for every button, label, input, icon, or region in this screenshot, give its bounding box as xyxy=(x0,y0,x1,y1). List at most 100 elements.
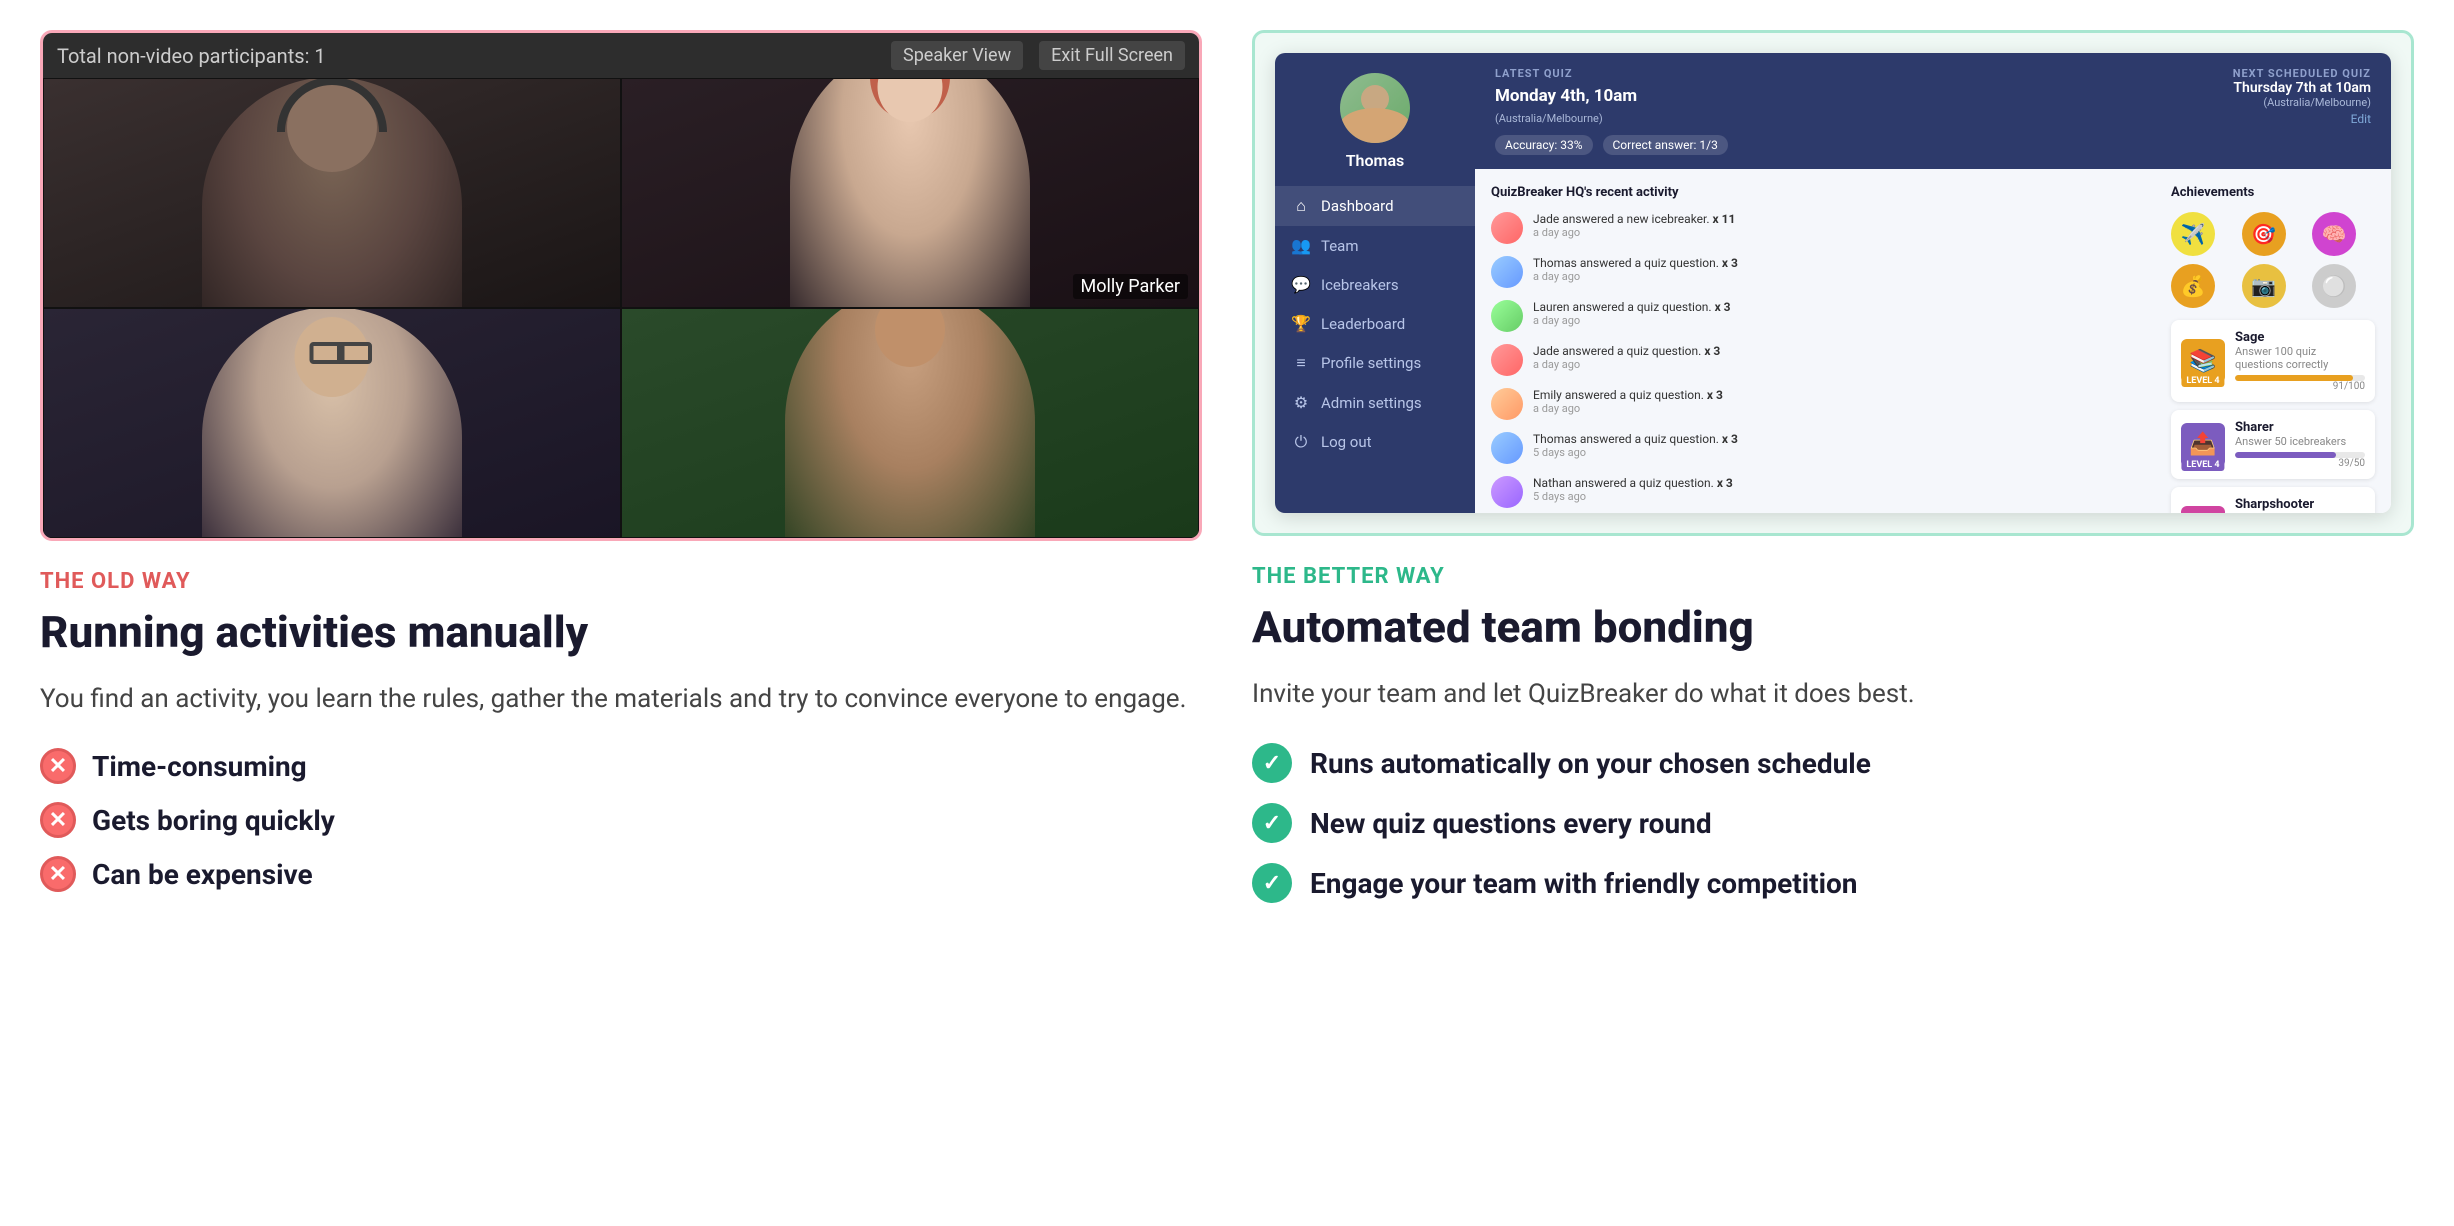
pros-icon-1: ✓ xyxy=(1252,743,1292,783)
accuracy-label: Accuracy: xyxy=(1505,138,1557,152)
activity-time-5: a day ago xyxy=(1533,402,2155,415)
activity-text-3: Lauren answered a quiz question. x 3 xyxy=(1533,300,2155,314)
activity-content-4: Jade answered a quiz question. x 3 a day… xyxy=(1533,344,2155,371)
sage-progress-text: 91/100 xyxy=(2235,381,2365,392)
activity-count-1: x 11 xyxy=(1713,212,1736,226)
video-label-2: Molly Parker xyxy=(1073,274,1188,299)
activity-item-2: Thomas answered a quiz question. x 3 a d… xyxy=(1491,256,2155,288)
sharpshooter-name: Sharpshooter xyxy=(2235,497,2365,512)
nav-logout[interactable]: ⏻ Log out xyxy=(1275,422,1475,462)
achievements-title: Achievements xyxy=(2171,185,2375,200)
sharpshooter-info: Sharpshooter Answer 15 full quizzes perf… xyxy=(2235,497,2365,513)
activity-time-6: 5 days ago xyxy=(1533,446,2155,459)
nav-team[interactable]: 👥 Team xyxy=(1275,226,1475,265)
correct-label: Correct answer: xyxy=(1613,138,1697,152)
activity-name-3: Lauren xyxy=(1533,300,1570,314)
app-sidebar: Thomas ⌂ Dashboard 👥 Team 💬 Icebreaker xyxy=(1275,53,1475,513)
leaderboard-icon: 🏆 xyxy=(1291,314,1311,333)
activity-action-6: answered a quiz question. xyxy=(1580,432,1719,446)
pros-icon-2: ✓ xyxy=(1252,803,1292,843)
sage-info: Sage Answer 100 quiz questions correctly… xyxy=(2235,330,2365,392)
nav-dashboard-label: Dashboard xyxy=(1321,197,1394,215)
activity-avatar-3 xyxy=(1491,300,1523,332)
achievement-card-sharpshooter: 🎯 LEVEL 4 Sharpshooter Answer 15 full qu… xyxy=(2171,487,2375,513)
sharer-badge: 📤 LEVEL 4 xyxy=(2181,423,2225,467)
cons-list: ✕ Time-consuming ✕ Gets boring quickly ✕… xyxy=(40,748,1202,892)
quiz-stats: Accuracy: 33% Correct answer: 1/3 xyxy=(1495,135,1728,155)
sidebar-username: Thomas xyxy=(1346,151,1405,170)
activity-text-5: Emily answered a quiz question. x 3 xyxy=(1533,388,2155,402)
latest-quiz-info: LATEST QUIZ Monday 4th, 10am (Australia/… xyxy=(1495,67,1728,155)
sharer-desc: Answer 50 icebreakers xyxy=(2235,435,2365,448)
sage-badge: 📚 LEVEL 4 xyxy=(2181,339,2225,383)
video-cell-2: Molly Parker xyxy=(621,78,1199,308)
sharer-progress-text: 39/50 xyxy=(2235,458,2365,469)
exit-fullscreen-btn[interactable]: Exit Full Screen xyxy=(1039,41,1185,70)
video-header: Total non-video participants: 1 Speaker … xyxy=(43,33,1199,78)
nav-admin-label: Admin settings xyxy=(1321,394,1422,412)
team-icon: 👥 xyxy=(1291,236,1311,255)
activity-name-1: Jade xyxy=(1533,212,1559,226)
sharer-name: Sharer xyxy=(2235,420,2365,435)
accuracy-badge: Accuracy: 33% xyxy=(1495,135,1593,155)
activity-text-7: Nathan answered a quiz question. x 3 xyxy=(1533,476,2155,490)
activity-avatar-4 xyxy=(1491,344,1523,376)
activity-avatar-2 xyxy=(1491,256,1523,288)
activity-action-2: answered a quiz question. xyxy=(1580,256,1719,270)
correct-value: 1/3 xyxy=(1699,138,1717,152)
correct-badge: Correct answer: 1/3 xyxy=(1603,135,1728,155)
nav-profile-label: Profile settings xyxy=(1321,354,1421,372)
cons-icon-1: ✕ xyxy=(40,748,76,784)
activity-count-3: x 3 xyxy=(1715,300,1731,314)
achievements-panel: Achievements ✈️ 🎯 🧠 💰 📷 ⚪ xyxy=(2155,185,2375,513)
profile-icon: ≡ xyxy=(1291,353,1311,373)
sharpshooter-badge: 🎯 LEVEL 4 xyxy=(2181,506,2225,513)
activity-time-1: a day ago xyxy=(1533,226,2155,239)
activity-time-2: a day ago xyxy=(1533,270,2155,283)
sidebar-nav: ⌂ Dashboard 👥 Team 💬 Icebreakers 🏆 xyxy=(1275,186,1475,462)
next-quiz-tz: (Australia/Melbourne) xyxy=(2233,96,2371,109)
video-cell-4 xyxy=(621,308,1199,538)
accuracy-value: 33% xyxy=(1560,138,1582,152)
activity-name-4: Jade xyxy=(1533,344,1559,358)
pros-item-2: ✓ New quiz questions every round xyxy=(1252,803,2414,843)
old-way-label: THE OLD WAY xyxy=(40,569,1202,594)
app-main: LATEST QUIZ Monday 4th, 10am (Australia/… xyxy=(1475,53,2391,513)
nav-leaderboard[interactable]: 🏆 Leaderboard xyxy=(1275,304,1475,343)
cons-text-2: Gets boring quickly xyxy=(92,804,335,837)
activity-feed: QuizBreaker HQ's recent activity Jade an… xyxy=(1491,185,2155,513)
sage-name: Sage xyxy=(2235,330,2365,345)
right-section-description: Invite your team and let QuizBreaker do … xyxy=(1252,674,2414,716)
activity-avatar-6 xyxy=(1491,432,1523,464)
activity-content-7: Nathan answered a quiz question. x 3 5 d… xyxy=(1533,476,2155,503)
nav-icebreakers[interactable]: 💬 Icebreakers xyxy=(1275,265,1475,304)
next-quiz-info: NEXT SCHEDULED QUIZ Thursday 7th at 10am… xyxy=(2233,67,2371,126)
left-section-title: Running activities manually xyxy=(40,606,1202,659)
sidebar-avatar xyxy=(1340,73,1410,143)
nav-profile-settings[interactable]: ≡ Profile settings xyxy=(1275,343,1475,383)
cons-text-3: Can be expensive xyxy=(92,858,313,891)
activity-avatar-7 xyxy=(1491,476,1523,508)
right-column: Thomas ⌂ Dashboard 👥 Team 💬 Icebreaker xyxy=(1252,30,2414,903)
pros-text-2: New quiz questions every round xyxy=(1310,807,1712,840)
speaker-view-btn[interactable]: Speaker View xyxy=(891,41,1023,70)
activity-item-5: Emily answered a quiz question. x 3 a da… xyxy=(1491,388,2155,420)
sage-level: LEVEL 4 xyxy=(2181,375,2224,387)
activity-time-7: 5 days ago xyxy=(1533,490,2155,503)
activity-content-3: Lauren answered a quiz question. x 3 a d… xyxy=(1533,300,2155,327)
activity-count-5: x 3 xyxy=(1707,388,1723,402)
ach-icon-6: ⚪ xyxy=(2312,264,2356,308)
activity-name-5: Emily xyxy=(1533,388,1562,402)
nav-admin-settings[interactable]: ⚙ Admin settings xyxy=(1275,383,1475,422)
app-screenshot: Thomas ⌂ Dashboard 👥 Team 💬 Icebreaker xyxy=(1275,53,2391,513)
icebreakers-icon: 💬 xyxy=(1291,275,1311,294)
activity-item-6: Thomas answered a quiz question. x 3 5 d… xyxy=(1491,432,2155,464)
better-way-section: THE BETTER WAY Automated team bonding In… xyxy=(1252,564,2414,903)
activity-text-4: Jade answered a quiz question. x 3 xyxy=(1533,344,2155,358)
nav-team-label: Team xyxy=(1321,237,1359,255)
better-way-label: THE BETTER WAY xyxy=(1252,564,2414,589)
nav-dashboard[interactable]: ⌂ Dashboard xyxy=(1275,186,1475,226)
ach-icon-4: 💰 xyxy=(2171,264,2215,308)
edit-link[interactable]: Edit xyxy=(2233,112,2371,126)
activity-count-2: x 3 xyxy=(1722,256,1738,270)
